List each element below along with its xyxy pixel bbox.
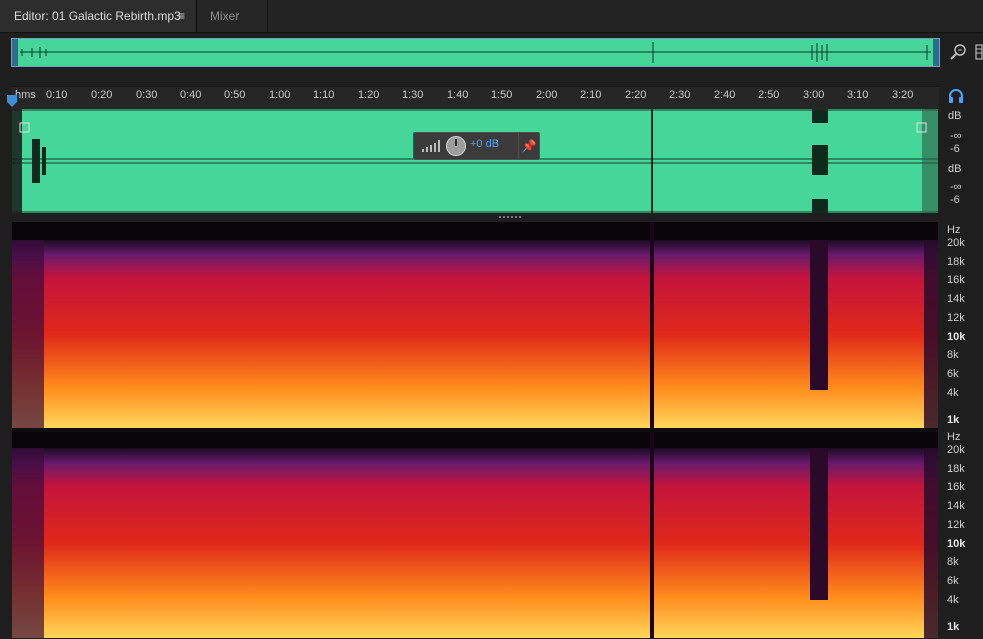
tab-editor[interactable]: Editor: 01 Galactic Rebirth.mp3 ≡ <box>0 0 195 32</box>
hz-label: 18k <box>947 256 965 268</box>
ruler-tick: 3:20 <box>892 89 914 101</box>
tab-mixer-label: Mixer <box>210 9 240 23</box>
hz-label: 14k <box>947 500 965 512</box>
hz-label: 12k <box>947 312 965 324</box>
hz-label: 6k <box>947 575 959 587</box>
volume-value[interactable]: +0 dB <box>470 138 499 150</box>
hz-unit: Hz <box>947 224 961 236</box>
hz-label: 12k <box>947 519 965 531</box>
tab-mixer[interactable]: Mixer <box>196 0 268 32</box>
ruler-tick: 0:30 <box>136 89 158 101</box>
headphone-icon[interactable] <box>946 86 966 106</box>
tab-editor-label: Editor: 01 Galactic Rebirth.mp3 <box>14 9 181 23</box>
db-label: -6 <box>950 143 960 155</box>
ruler-tick: 1:30 <box>402 89 424 101</box>
hz-label: 8k <box>947 349 959 361</box>
ruler-tick: 0:10 <box>46 89 68 101</box>
db-scale: dB -∞ -6 dB -∞ -6 <box>940 109 983 213</box>
ruler-tick: 2:20 <box>625 89 647 101</box>
ruler-tick: 0:50 <box>224 89 246 101</box>
ruler-tick: 1:50 <box>491 89 513 101</box>
ruler-tick: 2:10 <box>580 89 602 101</box>
db-label: -∞ <box>950 130 962 142</box>
pin-icon[interactable]: 📌 <box>518 133 539 159</box>
ruler-tick: 3:10 <box>847 89 869 101</box>
hz-label: 18k <box>947 463 965 475</box>
hz-label: 4k <box>947 594 959 606</box>
waveform-display[interactable] <box>12 109 938 213</box>
ruler-tick: 2:40 <box>714 89 736 101</box>
hz-label: 10k <box>947 331 966 343</box>
hz-label: 20k <box>947 444 965 456</box>
hz-label: 20k <box>947 237 965 249</box>
hz-label: 14k <box>947 293 965 305</box>
ruler-tick: 2:30 <box>669 89 691 101</box>
hz-label: 16k <box>947 481 965 493</box>
frequency-scale-left: Hz 20k 18k 16k 14k 12k 10k 8k 6k 4k 1k <box>940 222 983 428</box>
frequency-scale-right: Hz 20k 18k 16k 14k 12k 10k 8k 6k 4k 1k <box>940 429 983 635</box>
hz-label: 4k <box>947 387 959 399</box>
panel-splitter[interactable] <box>498 215 524 219</box>
volume-knob[interactable] <box>446 136 466 156</box>
ruler-tick: 0:40 <box>180 89 202 101</box>
panel-collapse-icon[interactable] <box>975 44 983 60</box>
hz-unit: Hz <box>947 431 961 443</box>
time-ruler[interactable]: hms 0:10 0:20 0:30 0:40 0:50 1:00 1:10 1… <box>11 86 939 109</box>
level-bars-icon <box>422 140 440 152</box>
volume-hud[interactable]: +0 dB 📌 <box>413 132 540 160</box>
panel-menu-icon[interactable]: ≡ <box>178 0 185 32</box>
zoom-icon[interactable] <box>949 42 969 62</box>
hz-label: 10k <box>947 538 966 550</box>
hz-label: 8k <box>947 556 959 568</box>
ruler-tick: 3:00 <box>803 89 825 101</box>
overview-navigator[interactable] <box>11 38 940 67</box>
db-label: -6 <box>950 194 960 206</box>
ruler-tick: 1:40 <box>447 89 469 101</box>
spectral-display-left[interactable] <box>12 222 938 428</box>
ruler-tick: 2:50 <box>758 89 780 101</box>
playhead-marker[interactable] <box>6 94 18 108</box>
ruler-tick: 2:00 <box>536 89 558 101</box>
hz-label: 1k <box>947 414 960 426</box>
ruler-tick: 1:00 <box>269 89 291 101</box>
tab-bar: Editor: 01 Galactic Rebirth.mp3 ≡ Mixer <box>0 0 983 33</box>
db-unit: dB <box>948 163 962 175</box>
db-label: -∞ <box>950 181 962 193</box>
ruler-tick: 1:10 <box>313 89 335 101</box>
ruler-tick: 1:20 <box>358 89 380 101</box>
db-unit: dB <box>948 110 962 122</box>
overview-waveform <box>12 39 939 66</box>
hz-label: 6k <box>947 368 959 380</box>
spectral-display-right[interactable] <box>12 432 938 638</box>
ruler-tick: 0:20 <box>91 89 113 101</box>
hz-label: 1k <box>947 621 960 633</box>
hz-label: 16k <box>947 274 965 286</box>
ruler-unit: hms <box>15 89 36 101</box>
